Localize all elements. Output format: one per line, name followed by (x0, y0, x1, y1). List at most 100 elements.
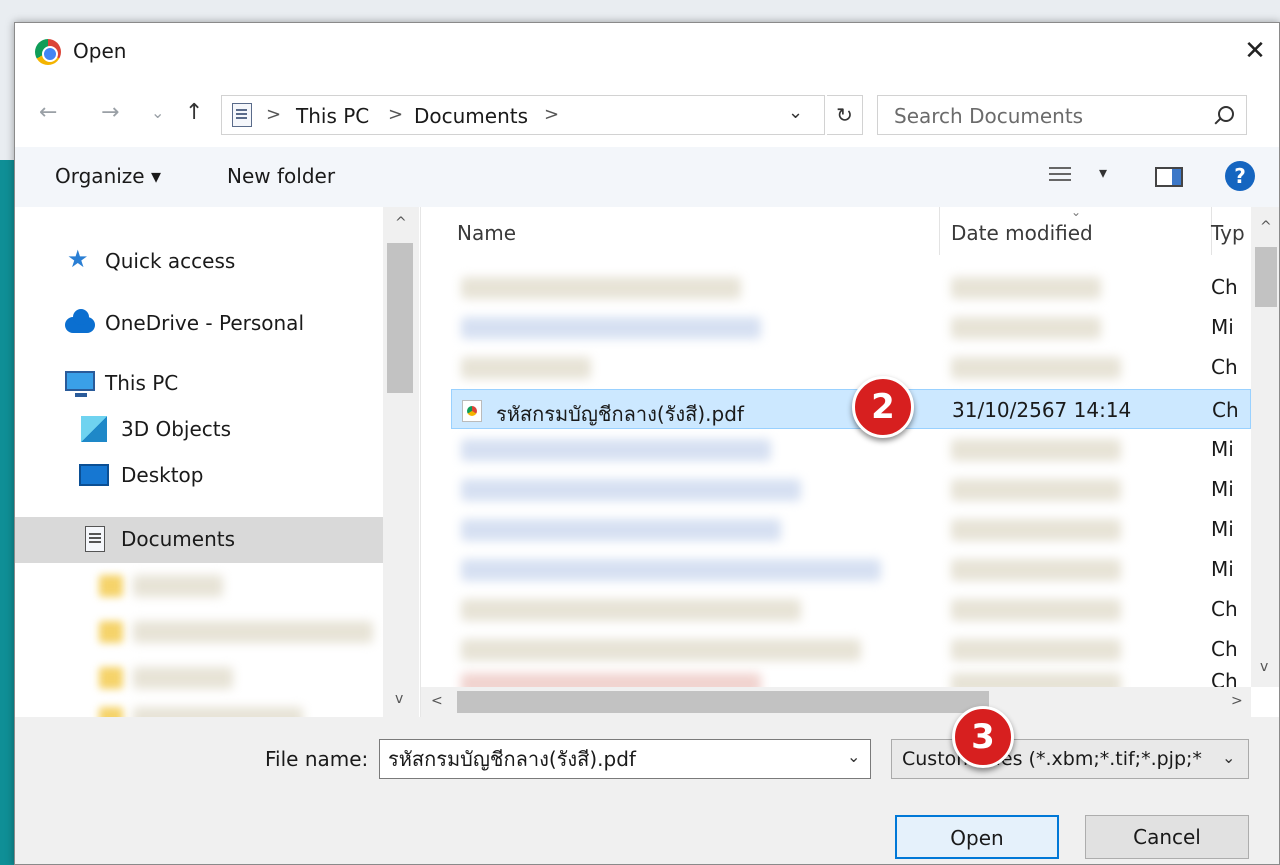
open-button[interactable]: Open (895, 815, 1059, 859)
help-icon[interactable]: ? (1225, 161, 1255, 191)
search-icon[interactable] (1218, 106, 1234, 122)
sidebar-item-3d-objects[interactable]: 3D Objects (15, 407, 383, 451)
scroll-right-arrow[interactable]: > (1231, 693, 1243, 709)
scroll-left-arrow[interactable]: < (431, 693, 443, 709)
list-item[interactable]: Ch (451, 665, 1251, 687)
file-list: Name ⌄ Date modified Typ Ch Mi Ch รหัสกร… (421, 207, 1279, 717)
file-type: Mi (1211, 437, 1234, 461)
back-button[interactable]: ← (39, 99, 57, 127)
open-file-dialog: Open ✕ ← → ⌄ ↑ > This PC > Documents > ⌄… (14, 22, 1280, 865)
blurred-file-name (461, 599, 801, 621)
file-type: Mi (1211, 315, 1234, 339)
breadcrumb-separator[interactable]: > (544, 104, 559, 125)
blurred-file-name (461, 479, 801, 501)
sidebar-item-quick-access[interactable]: ★ Quick access (15, 239, 383, 283)
blurred-file-name (461, 673, 761, 687)
address-bar[interactable]: > This PC > Documents > ⌄ (221, 95, 825, 135)
file-name: รหัสกรมบัญชีกลาง(รังสี).pdf (496, 402, 744, 426)
scroll-up-arrow[interactable]: ^ (395, 215, 407, 231)
blurred-file-date (951, 519, 1121, 541)
command-bar: Organize ▾ New folder ▾ ? (15, 147, 1279, 207)
blurred-file-date (951, 357, 1121, 379)
folder-icon (99, 667, 123, 689)
list-item[interactable]: Mi (451, 509, 1251, 549)
cloud-icon (65, 309, 95, 333)
folder-icon (99, 575, 123, 597)
sidebar-item-this-pc[interactable]: This PC (15, 361, 383, 405)
column-header-name[interactable]: Name (457, 221, 516, 245)
file-type-value: Custom Files (*.xbm;*.tif;*.pjp;* (902, 748, 1202, 770)
new-folder-button[interactable]: New folder (227, 164, 335, 188)
sort-indicator-icon: ⌄ (1071, 207, 1082, 219)
list-item[interactable]: Ch (451, 347, 1251, 387)
vertical-scroll-thumb[interactable] (1255, 247, 1277, 307)
address-dropdown-icon[interactable]: ⌄ (788, 102, 803, 123)
file-name-input[interactable] (379, 739, 871, 779)
document-folder-icon (232, 103, 252, 127)
selected-file-row[interactable]: รหัสกรมบัญชีกลาง(รังสี).pdf 31/10/2567 1… (451, 389, 1251, 429)
list-item[interactable]: Mi (451, 429, 1251, 469)
scroll-up-arrow[interactable]: ^ (1260, 219, 1272, 235)
preview-pane-icon[interactable] (1155, 167, 1183, 187)
blurred-file-name (461, 277, 741, 299)
folder-icon (99, 707, 123, 717)
file-name-dropdown-icon[interactable]: ⌄ (847, 747, 860, 766)
chrome-pdf-icon (462, 400, 482, 422)
blurred-file-name (461, 639, 861, 661)
blurred-file-date (951, 277, 1101, 299)
breadcrumb-separator: > (266, 104, 282, 125)
breadcrumb-documents[interactable]: Documents (414, 104, 528, 128)
file-list-horizontal-scrollbar[interactable]: < > (421, 687, 1251, 717)
file-type: Mi (1211, 477, 1234, 501)
list-item[interactable]: Mi (451, 549, 1251, 589)
blurred-file-date (951, 479, 1121, 501)
breadcrumb-this-pc[interactable]: This PC (296, 104, 369, 128)
column-header-type[interactable]: Typ (1211, 221, 1245, 245)
navigation-pane: ★ Quick access OneDrive - Personal This … (15, 207, 421, 717)
file-type-select[interactable]: Custom Files (*.xbm;*.tif;*.pjp;* ⌄ (891, 739, 1249, 779)
scroll-down-arrow[interactable]: v (1260, 659, 1268, 675)
sidebar-item-documents[interactable]: Documents (15, 517, 383, 563)
cube-icon (81, 416, 107, 442)
view-dropdown-icon[interactable]: ▾ (1099, 163, 1107, 182)
cancel-button[interactable]: Cancel (1085, 815, 1249, 859)
search-box[interactable]: Search Documents (877, 95, 1247, 135)
list-item[interactable]: Ch (451, 267, 1251, 307)
horizontal-scroll-thumb[interactable] (457, 691, 989, 713)
list-item[interactable]: Mi (451, 469, 1251, 509)
list-item[interactable]: Ch (451, 629, 1251, 669)
scroll-down-arrow[interactable]: v (395, 691, 403, 707)
breadcrumb-separator[interactable]: > (388, 104, 403, 125)
document-icon (85, 526, 105, 552)
recent-locations-button[interactable]: ⌄ (151, 99, 164, 127)
organize-button[interactable]: Organize ▾ (55, 164, 161, 188)
sidebar-item-label: 3D Objects (121, 417, 232, 441)
refresh-button[interactable]: ↻ (827, 95, 863, 135)
close-button[interactable]: ✕ (1237, 33, 1273, 69)
list-item[interactable]: Mi (451, 307, 1251, 347)
navigation-bar: ← → ⌄ ↑ > This PC > Documents > ⌄ ↻ Sear… (15, 81, 1279, 147)
sidebar-scrollbar[interactable]: ^ v (383, 207, 419, 717)
column-header-date-modified[interactable]: Date modified (951, 221, 1093, 245)
dialog-title: Open (73, 39, 127, 63)
file-type: Mi (1211, 557, 1234, 581)
file-list-vertical-scrollbar[interactable]: ^ v (1251, 207, 1279, 687)
sidebar-item-onedrive[interactable]: OneDrive - Personal (15, 301, 383, 345)
background-teal (0, 160, 14, 865)
blurred-file-date (951, 317, 1101, 339)
sidebar-scroll-thumb[interactable] (387, 243, 413, 393)
blurred-file-name (461, 439, 771, 461)
step-badge-3: 3 (952, 706, 1014, 768)
file-type: Ch (1211, 669, 1238, 687)
blurred-folder-name (133, 667, 233, 689)
blurred-folder-name (133, 707, 303, 717)
desktop-icon (79, 464, 109, 486)
up-button[interactable]: ↑ (185, 99, 203, 127)
forward-button[interactable]: → (101, 99, 119, 127)
sidebar-item-label: This PC (105, 371, 179, 395)
search-placeholder: Search Documents (894, 104, 1084, 128)
file-type: Ch (1212, 398, 1239, 422)
view-options-icon[interactable] (1049, 167, 1071, 185)
list-item[interactable]: Ch (451, 589, 1251, 629)
sidebar-item-desktop[interactable]: Desktop (15, 453, 383, 497)
